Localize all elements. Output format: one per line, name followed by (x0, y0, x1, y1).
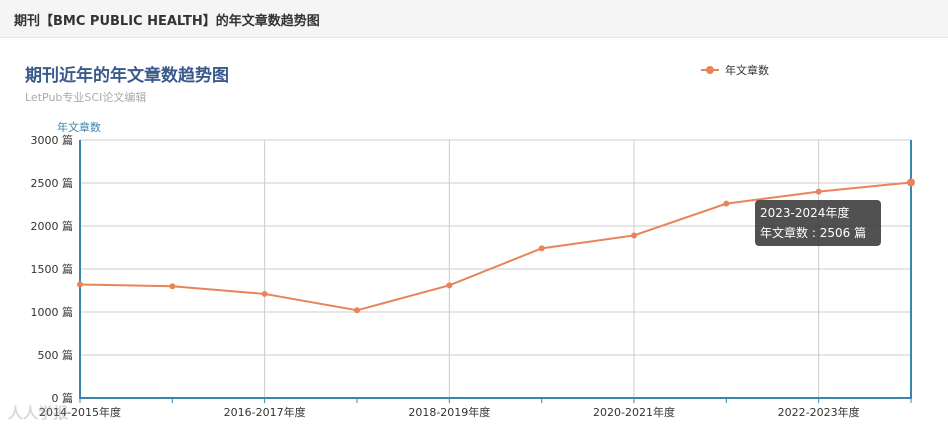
data-point (631, 232, 637, 239)
legend-marker (706, 66, 714, 74)
tooltip-label: 年文章数 (760, 226, 809, 240)
x-tick-label: 2016-2017年度 (224, 405, 306, 419)
data-point (354, 307, 360, 314)
y-tick-label: 2500 篇 (31, 176, 74, 190)
data-point (446, 282, 453, 289)
y-tick-label: 500 篇 (38, 348, 74, 362)
y-axis-title: 年文章数 (57, 120, 101, 134)
x-tick-label: 2018-2019年度 (408, 405, 490, 419)
data-point (169, 283, 176, 290)
chart-tooltip: 2023-2024年度 年文章数 : 2506 篇 (755, 200, 881, 246)
y-tick-label: 3000 篇 (31, 133, 74, 147)
data-point (538, 245, 545, 252)
tooltip-value-line: 年文章数 : 2506 篇 (760, 226, 867, 240)
watermark: 人人学报 (8, 404, 69, 422)
legend-label: 年文章数 (725, 63, 769, 77)
y-tick-label: 1500 篇 (31, 262, 74, 276)
tooltip-unit: 篇 (854, 226, 867, 240)
y-tick-label: 2000 篇 (31, 219, 74, 233)
data-point (907, 178, 915, 187)
data-point (77, 281, 83, 288)
x-tick-label: 2022-2023年度 (778, 405, 860, 419)
y-tick-label: 1000 篇 (31, 305, 74, 319)
tooltip-value: 2506 (819, 226, 851, 240)
data-point (815, 188, 822, 195)
tooltip-title: 2023-2024年度 (760, 206, 850, 220)
x-tick-label: 2020-2021年度 (593, 405, 675, 419)
data-point (723, 200, 730, 207)
data-point (261, 290, 268, 297)
